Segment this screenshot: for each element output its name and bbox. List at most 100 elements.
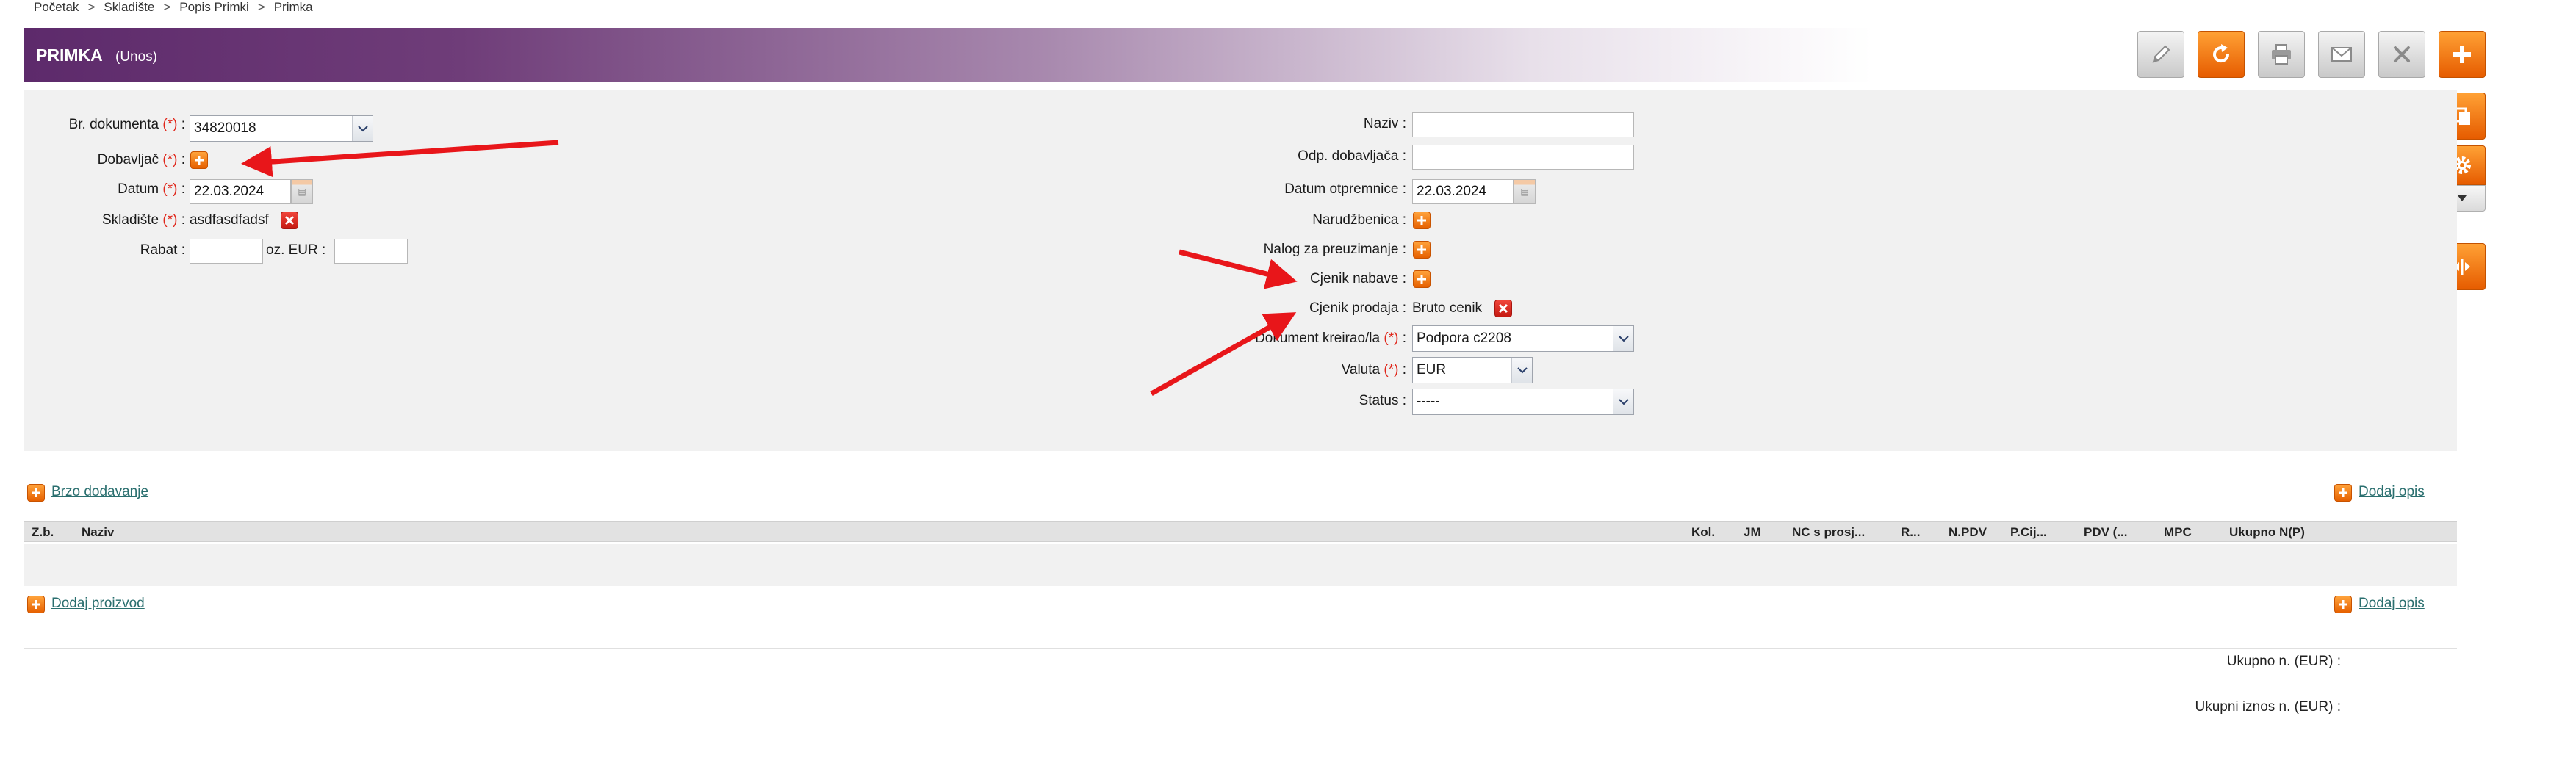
status-label: Status :	[1359, 393, 1406, 408]
page-subtitle: (Unos)	[115, 49, 158, 65]
ukupni-iznos-label: Ukupni iznos n. (EUR) :	[2195, 699, 2341, 715]
form-panel	[24, 90, 2457, 451]
valuta-label-text: Valuta	[1341, 362, 1381, 378]
breadcrumb-skladiste[interactable]: Skladište	[104, 0, 154, 15]
brzo-dodavanje-link[interactable]: Brzo dodavanje	[51, 484, 148, 500]
rabat-input[interactable]	[190, 239, 263, 264]
col-kol[interactable]: Kol.	[1691, 525, 1715, 540]
close-icon	[2394, 46, 2410, 62]
dobavljac-label-text: Dobavljač	[97, 152, 159, 167]
required-marker: (*)	[162, 212, 178, 228]
calendar-icon[interactable]: ▤	[1514, 179, 1536, 204]
breadcrumb-separator: >	[87, 0, 96, 14]
valuta-select[interactable]: EUR	[1412, 357, 1533, 383]
rabat-eur-input[interactable]	[334, 239, 408, 264]
datum-otpremnice-label: Datum otpremnice :	[1284, 181, 1406, 197]
skladiste-label: Skladište (*) :	[101, 212, 185, 228]
pencil-icon	[2152, 45, 2170, 63]
printer-icon	[2272, 44, 2291, 65]
dodaj-opis-link-bottom[interactable]: Dodaj opis	[2359, 596, 2425, 612]
dodaj-proizvod-link[interactable]: Dodaj proizvod	[51, 596, 145, 612]
br-dokumenta-label-text: Br. dokumenta	[68, 117, 159, 132]
page-header: PRIMKA (Unos)	[24, 28, 2457, 82]
odp-dobavljaca-input[interactable]	[1412, 145, 1634, 170]
required-marker: (*)	[162, 181, 178, 197]
email-button[interactable]	[2318, 31, 2365, 78]
breadcrumb-primka: Primka	[273, 0, 313, 14]
breadcrumb-separator: >	[257, 0, 265, 14]
skladiste-value: asdfasdfadsf	[190, 212, 269, 228]
edit-button[interactable]	[2137, 31, 2184, 78]
valuta-label: Valuta (*) :	[1341, 362, 1406, 378]
refresh-button[interactable]	[2198, 31, 2245, 78]
add-narudzbenica-icon[interactable]	[1413, 212, 1431, 229]
add-nalog-icon[interactable]	[1413, 241, 1431, 259]
valuta-value: EUR	[1417, 362, 1447, 378]
dodaj-opis-icon[interactable]	[2334, 484, 2352, 502]
oz-eur-label: oz. EUR :	[266, 242, 326, 258]
br-dokumenta-value: 34820018	[194, 120, 256, 136]
col-pdv[interactable]: PDV (...	[2084, 525, 2128, 540]
datum-label: Datum (*) :	[118, 181, 185, 197]
dokument-kreirao-select[interactable]: Podpora c2208	[1412, 325, 1634, 352]
required-marker: (*)	[1384, 362, 1399, 378]
col-zb[interactable]: Z.b.	[32, 525, 54, 540]
status-select[interactable]: -----	[1412, 389, 1634, 415]
skladiste-label-text: Skladište	[101, 212, 159, 228]
print-button[interactable]	[2258, 31, 2305, 78]
required-marker: (*)	[162, 152, 178, 167]
col-npdv[interactable]: N.PDV	[1949, 525, 1987, 540]
grid-header: Z.b. Naziv Kol. JM NC s prosj... R... N.…	[24, 521, 2457, 542]
dokument-kreirao-label-text: Dokument kreirao/la	[1255, 331, 1381, 346]
remove-cjenik-prodaja-icon[interactable]	[1494, 300, 1512, 317]
calendar-icon[interactable]: ▤	[291, 179, 313, 204]
odp-dobavljaca-label: Odp. dobavljača :	[1298, 148, 1406, 164]
breadcrumb-home[interactable]: Početak	[34, 0, 79, 15]
datum-input[interactable]	[190, 179, 291, 204]
breadcrumb: Početak > Skladište > Popis Primki > Pri…	[34, 0, 313, 15]
add-cjenik-nabave-icon[interactable]	[1413, 270, 1431, 288]
breadcrumb-separator: >	[163, 0, 171, 14]
brzo-dodavanje-icon[interactable]	[27, 484, 45, 502]
col-pcij[interactable]: P.Cij...	[2010, 525, 2047, 540]
dobavljac-label: Dobavljač (*) :	[97, 152, 185, 167]
dodaj-opis-icon[interactable]	[2334, 596, 2352, 613]
col-naziv[interactable]: Naziv	[82, 525, 114, 540]
remove-skladiste-icon[interactable]	[281, 212, 298, 229]
datum-label-text: Datum	[118, 181, 159, 197]
chevron-down-icon[interactable]	[352, 116, 373, 141]
br-dokumenta-label: Br. dokumenta (*) :	[68, 117, 185, 132]
chevron-down-icon[interactable]	[1613, 389, 1633, 414]
status-value: -----	[1417, 394, 1440, 409]
datum-otpremnice-input[interactable]	[1412, 179, 1514, 204]
plus-icon	[2453, 46, 2471, 63]
br-dokumenta-select[interactable]: 34820018	[190, 115, 373, 142]
add-button[interactable]	[2439, 31, 2486, 78]
ukupno-n-label: Ukupno n. (EUR) :	[2226, 654, 2341, 669]
chevron-down-icon	[2458, 195, 2467, 201]
divider	[24, 648, 2457, 649]
chevron-down-icon[interactable]	[1613, 326, 1633, 351]
close-button[interactable]	[2378, 31, 2425, 78]
grid-body	[24, 544, 2457, 586]
breadcrumb-popis-primki[interactable]: Popis Primki	[179, 0, 248, 15]
col-r[interactable]: R...	[1901, 525, 1920, 540]
dokument-kreirao-value: Podpora c2208	[1417, 331, 1511, 346]
narudzbenica-label: Narudžbenica :	[1312, 212, 1406, 228]
page-title: PRIMKA	[36, 46, 103, 65]
cjenik-prodaja-value: Bruto cenik	[1412, 300, 1483, 316]
refresh-icon	[2213, 44, 2230, 63]
dodaj-opis-link[interactable]: Dodaj opis	[2359, 484, 2425, 500]
naziv-input[interactable]	[1412, 112, 1634, 137]
col-mpc[interactable]: MPC	[2164, 525, 2192, 540]
cjenik-prodaja-label: Cjenik prodaja :	[1309, 300, 1406, 316]
col-ukupno-np[interactable]: Ukupno N(P)	[2229, 525, 2305, 540]
add-dobavljac-icon[interactable]	[190, 151, 208, 169]
nalog-label: Nalog za preuzimanje :	[1263, 242, 1406, 257]
cjenik-nabave-label: Cjenik nabave :	[1310, 271, 1406, 286]
dodaj-proizvod-icon[interactable]	[27, 596, 45, 613]
chevron-down-icon[interactable]	[1511, 358, 1532, 383]
col-jm[interactable]: JM	[1744, 525, 1761, 540]
col-nc-prosj[interactable]: NC s prosj...	[1792, 525, 1865, 540]
dokument-kreirao-label: Dokument kreirao/la (*) :	[1255, 331, 1406, 346]
